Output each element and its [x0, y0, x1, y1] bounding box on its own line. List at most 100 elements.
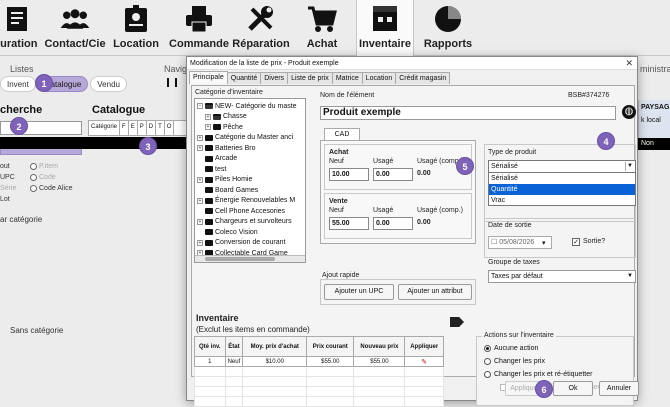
tree-node[interactable]: + Catégorie du Master anci [197, 133, 293, 143]
tab-principale[interactable]: Principale [189, 71, 228, 84]
tree-node[interactable]: + Conversion de courant [197, 238, 285, 248]
taxes-select[interactable]: Taxes par défaut ▼ [488, 270, 636, 283]
toolbar-achat[interactable]: Achat [302, 0, 342, 56]
expand-toggle-icon[interactable]: + [197, 239, 203, 246]
tab-matrice[interactable]: Matrice [331, 72, 363, 84]
toolbar-contacts[interactable]: Contact/Cie [44, 0, 106, 56]
expand-toggle-icon[interactable]: + [205, 124, 211, 130]
tree-node[interactable]: + Piles Homie [197, 175, 252, 185]
achat-neuf-input[interactable]: 10.00 [329, 168, 369, 181]
inventory-empty-cell [353, 376, 406, 387]
category-tree[interactable]: − NEW- Catégorie du maste + Chasse + Pêche + Ca… [194, 98, 306, 263]
location-badge-icon [121, 4, 151, 34]
toolbar-label: turation [0, 38, 38, 50]
toolbar-rapports[interactable]: Rapports [422, 0, 474, 56]
invoice-icon [2, 4, 32, 34]
cancel-button[interactable]: Annuler [599, 381, 639, 396]
tree-scrollbar[interactable] [195, 255, 305, 262]
expand-toggle-icon[interactable]: + [197, 134, 203, 141]
listes-label: Listes [10, 64, 34, 74]
action-option[interactable]: Aucune action [484, 345, 538, 352]
vente-neuf-input[interactable]: 55.00 [329, 217, 369, 230]
expand-toggle-icon[interactable]: + [197, 176, 203, 183]
achat-usage-label: Usagé [373, 158, 394, 165]
tab-quantite[interactable]: Quantité [226, 72, 262, 84]
tree-node[interactable]: − NEW- Catégorie du maste [197, 101, 297, 111]
subtab-vendu[interactable]: Vendu [90, 76, 127, 92]
scrollbar-thumb[interactable] [205, 257, 275, 261]
expand-toggle-icon[interactable]: + [197, 197, 203, 204]
inventory-title: Inventaire [196, 313, 239, 323]
globe-icon[interactable]: ◍ [622, 105, 636, 119]
vente-title: Vente [329, 198, 348, 205]
price-tag-icon[interactable] [450, 317, 464, 327]
book-icon[interactable] [167, 78, 177, 87]
action-option[interactable]: Changer les prix [484, 358, 545, 365]
tree-node[interactable]: + Chargeurs et survolteurs [197, 217, 292, 227]
achat-usage-input[interactable]: 0.00 [373, 168, 413, 181]
inventory-empty-cell [404, 396, 444, 407]
chevron-down-icon[interactable]: ▼ [627, 271, 633, 282]
currency-tab-cad[interactable]: CAD [324, 128, 360, 140]
toolbar-inventaire[interactable]: Inventaire [356, 0, 414, 56]
inventory-row[interactable]: 1 Neuf $10.00 $55.00 $55.00 ✎ [194, 356, 444, 367]
tree-node-label: Chargeurs et survolteurs [215, 218, 292, 225]
option-quantite[interactable]: Quantité [489, 184, 635, 195]
chevron-down-icon[interactable]: ▼ [625, 162, 634, 171]
toolbar-reparation[interactable]: Réparation [232, 0, 290, 56]
tab-divers[interactable]: Divers [260, 72, 289, 84]
add-attribute-button[interactable]: Ajouter un attribut [398, 284, 472, 300]
folder-icon [205, 145, 213, 151]
inventory-empty-cell [306, 366, 355, 377]
radio-button[interactable] [484, 358, 491, 365]
inventory-column-header: État [224, 336, 244, 357]
tree-node[interactable]: Board Games [197, 185, 258, 195]
tree-node[interactable]: Coleco Vision [197, 227, 258, 237]
action-option[interactable]: Changer les prix et ré-étiquetter [484, 371, 592, 378]
radio-upc[interactable]: UPC [0, 174, 15, 181]
toolbar-facturation[interactable]: turation [0, 0, 40, 56]
subtab-inventaire[interactable]: Invent [0, 76, 36, 92]
item-name-input[interactable]: Produit exemple [320, 106, 616, 120]
calendar-dropdown-icon[interactable]: ▾ [542, 239, 546, 247]
radio-label: UPC [0, 174, 15, 181]
tree-node[interactable]: Arcade [197, 154, 237, 164]
vente-usage-input[interactable]: 0.00 [373, 217, 413, 230]
inventory-empty-cell [224, 366, 244, 377]
toolbar-location[interactable]: Location [110, 0, 162, 56]
radio-code[interactable]: Code [30, 174, 56, 181]
radio-pitem[interactable]: P.item [30, 163, 58, 170]
apply-checkbox[interactable]: ✎ [404, 356, 444, 367]
tree-node[interactable]: + Énergie Renouvelables M [197, 196, 295, 206]
tree-node[interactable]: + Pêche [205, 122, 243, 132]
expand-toggle-icon[interactable]: − [197, 103, 203, 109]
header-cell: P [138, 121, 147, 135]
tab-credit-magasin[interactable]: Crédit magasin [395, 72, 451, 84]
catalogue-selected-row[interactable] [0, 137, 200, 149]
tree-node[interactable]: test [197, 164, 226, 174]
tree-node[interactable]: + Batteries Bro [197, 143, 255, 153]
expand-toggle-icon[interactable]: + [205, 113, 211, 120]
radio-code-alice[interactable]: Code Alice [30, 185, 72, 192]
tree-node-label: test [215, 165, 227, 173]
date-checkbox-icon[interactable]: ☐ [491, 239, 499, 246]
radio-tout[interactable]: out [0, 163, 10, 170]
administration-label: ministrat [640, 64, 670, 74]
tab-location[interactable]: Location [361, 72, 397, 84]
tab-liste-de-prix[interactable]: Liste de prix [287, 72, 333, 84]
tree-node[interactable]: Cell Phone Accesories [197, 206, 285, 216]
add-upc-button[interactable]: Ajouter un UPC [324, 284, 394, 300]
expand-toggle-icon[interactable]: + [197, 145, 203, 151]
ok-button[interactable]: Ok [553, 381, 593, 396]
radio-serie[interactable]: Série [0, 185, 16, 192]
radio-button[interactable] [484, 345, 491, 352]
tree-node[interactable]: + Chasse [205, 112, 247, 122]
sortie-checkbox[interactable]: ✓ [572, 238, 580, 246]
radio-button[interactable] [484, 371, 491, 378]
close-icon[interactable]: ✕ [625, 57, 633, 70]
toolbar-commande[interactable]: Commande [168, 0, 230, 56]
option-serialise[interactable]: Sérialisé [489, 173, 635, 184]
radio-lot[interactable]: Lot [0, 196, 10, 203]
expand-toggle-icon[interactable]: + [197, 218, 203, 225]
option-vrac[interactable]: Vrac [489, 195, 635, 206]
